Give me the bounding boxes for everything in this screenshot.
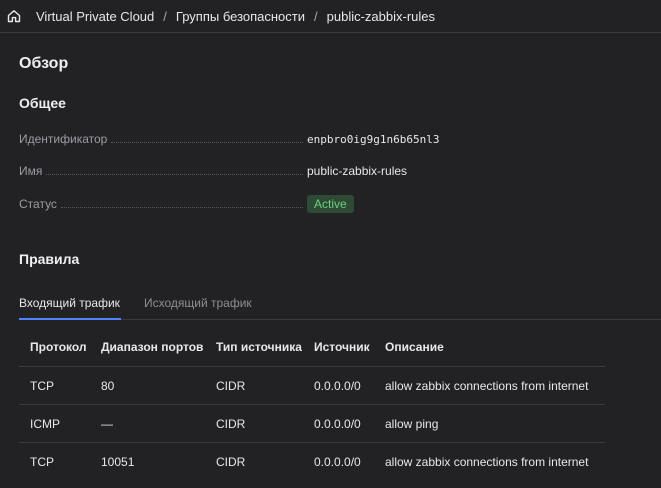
field-status-label: Статус bbox=[19, 197, 57, 211]
cell-source-type: CIDR bbox=[205, 404, 303, 443]
field-name-label: Имя bbox=[19, 164, 43, 178]
cell-source: 0.0.0.0/0 bbox=[303, 366, 374, 405]
table-row[interactable]: ICMP — CIDR 0.0.0.0/0 allow ping bbox=[19, 404, 605, 443]
cell-source: 0.0.0.0/0 bbox=[303, 404, 374, 443]
breadcrumb-current: public-zabbix-rules bbox=[326, 8, 436, 24]
cell-source-type: CIDR bbox=[205, 366, 303, 405]
cell-port-range: 10051 bbox=[90, 442, 205, 480]
breadcrumb-security-groups-link[interactable]: Группы безопасности bbox=[176, 9, 305, 24]
home-icon[interactable] bbox=[6, 8, 22, 24]
tab-ingress[interactable]: Входящий трафик bbox=[19, 296, 120, 310]
status-badge: Active bbox=[307, 195, 354, 213]
breadcrumb-separator: / bbox=[163, 8, 167, 24]
rules-table: Протокол Диапазон портов Тип источника И… bbox=[19, 328, 605, 480]
leader-dots bbox=[46, 173, 303, 175]
cell-protocol: TCP bbox=[19, 366, 90, 405]
leader-dots bbox=[60, 206, 303, 208]
cell-protocol: ICMP bbox=[19, 404, 90, 443]
leader-dots bbox=[111, 141, 303, 143]
breadcrumb-separator: / bbox=[314, 8, 318, 24]
cell-port-range: — bbox=[90, 404, 205, 443]
field-name-value: public-zabbix-rules bbox=[307, 164, 408, 178]
field-identifier-value: enpbro0ig9g1n6b65nl3 bbox=[307, 132, 440, 146]
field-status: Статус Active bbox=[19, 195, 469, 213]
column-header-description[interactable]: Описание bbox=[374, 328, 605, 367]
breadcrumb-vpc-link[interactable]: Virtual Private Cloud bbox=[36, 9, 154, 24]
column-header-port-range[interactable]: Диапазон портов bbox=[90, 328, 205, 367]
active-tab-indicator bbox=[19, 318, 121, 320]
field-identifier-label: Идентификатор bbox=[19, 132, 108, 146]
table-row[interactable]: TCP 80 CIDR 0.0.0.0/0 allow zabbix conne… bbox=[19, 366, 605, 405]
cell-description: allow zabbix connections from internet bbox=[374, 442, 605, 480]
tab-egress[interactable]: Исходящий трафик bbox=[144, 296, 252, 310]
field-identifier: Идентификатор enpbro0ig9g1n6b65nl3 bbox=[19, 130, 469, 148]
rules-section-title: Правила bbox=[19, 251, 80, 267]
cell-description: allow ping bbox=[374, 404, 605, 443]
column-header-source[interactable]: Источник bbox=[303, 328, 374, 367]
cell-source-type: CIDR bbox=[205, 442, 303, 480]
header-divider bbox=[0, 32, 661, 33]
cell-source: 0.0.0.0/0 bbox=[303, 442, 374, 480]
column-header-protocol[interactable]: Протокол bbox=[19, 328, 90, 367]
table-header-row: Протокол Диапазон портов Тип источника И… bbox=[19, 328, 605, 367]
breadcrumb: Virtual Private Cloud / Группы безопасно… bbox=[0, 0, 661, 32]
page-title: Обзор bbox=[19, 55, 69, 72]
cell-protocol: TCP bbox=[19, 442, 90, 480]
column-header-source-type[interactable]: Тип источника bbox=[205, 328, 303, 367]
cell-port-range: 80 bbox=[90, 366, 205, 405]
field-name: Имя public-zabbix-rules bbox=[19, 162, 469, 180]
field-status-value: Active bbox=[307, 195, 469, 213]
table-row[interactable]: TCP 10051 CIDR 0.0.0.0/0 allow zabbix co… bbox=[19, 442, 605, 480]
general-section-title: Общее bbox=[19, 95, 66, 111]
cell-description: allow zabbix connections from internet bbox=[374, 366, 605, 405]
traffic-tabs: Входящий трафик Исходящий трафик bbox=[19, 290, 661, 320]
